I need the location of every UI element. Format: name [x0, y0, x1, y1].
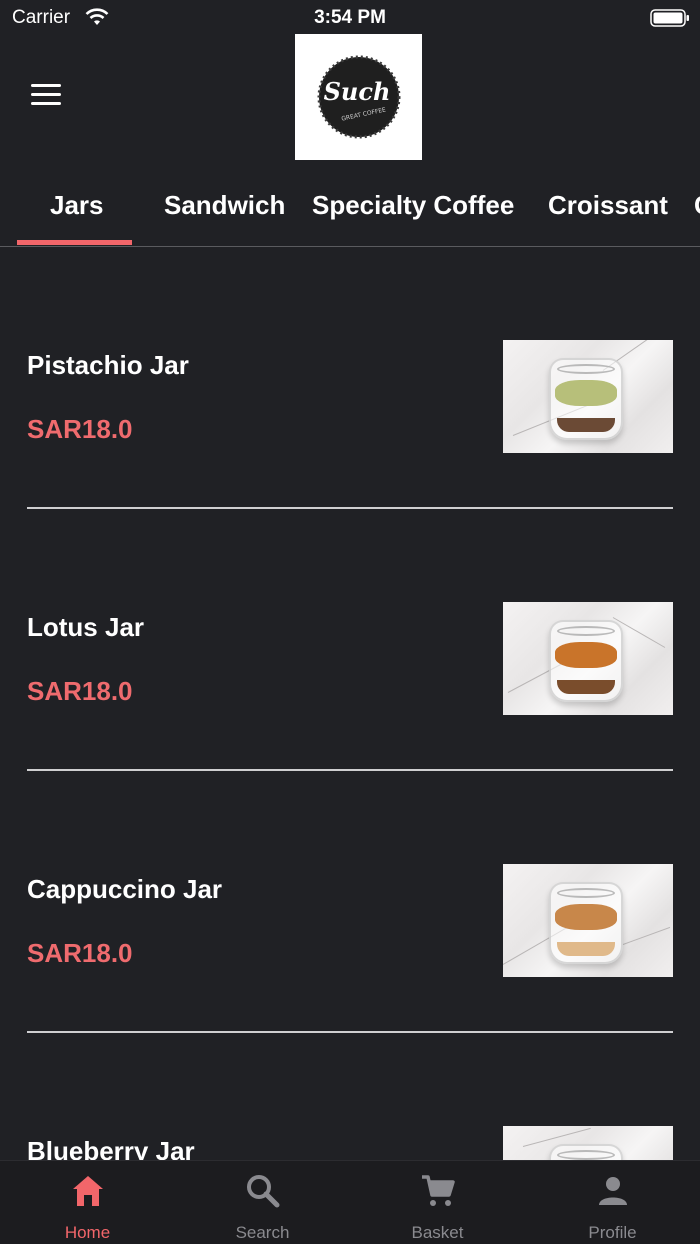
blueberry-jar-photo — [503, 1126, 673, 1160]
such-coffee-logo: Such GREAT COFFEE — [317, 55, 400, 139]
product-price: SAR18.0 — [27, 938, 133, 968]
tabbar-label: Profile — [588, 1223, 637, 1242]
product-item-lotus[interactable]: Lotus Jar SAR18.0 — [27, 509, 673, 771]
person-icon — [599, 1177, 627, 1205]
tab-croissant[interactable]: Croissant — [548, 190, 668, 221]
product-price: SAR18.0 — [27, 414, 133, 444]
product-name: Cappuccino Jar — [27, 874, 223, 904]
clock: 3:54 PM — [314, 7, 386, 28]
tabbar-basket[interactable]: Basket — [350, 1161, 525, 1244]
home-icon — [73, 1176, 103, 1206]
product-item-blueberry[interactable]: Blueberry Jar — [27, 1033, 673, 1160]
tabbar-profile[interactable]: Profile — [525, 1161, 700, 1244]
product-name: Lotus Jar — [27, 612, 145, 642]
cappuccino-jar-photo — [503, 864, 673, 977]
tabbar-label: Search — [235, 1223, 290, 1242]
cart-icon — [422, 1175, 455, 1206]
status-bar: Carrier 3:54 PM — [0, 0, 700, 34]
svg-text:Such: Such — [323, 77, 390, 106]
product-price: SAR18.0 — [27, 676, 133, 706]
tab-overflow[interactable]: C — [694, 190, 700, 221]
tabbar-label: Basket — [411, 1223, 464, 1242]
tabbar-home[interactable]: Home — [0, 1161, 175, 1244]
tab-specialty-coffee[interactable]: Specialty Coffee — [312, 190, 514, 221]
menu-button[interactable] — [31, 84, 63, 110]
brand-logo: Such GREAT COFFEE — [295, 34, 422, 160]
product-list: Pistachio Jar SAR18.0 Lotus Jar SAR18.0 — [0, 247, 700, 1160]
tabbar-label: Home — [64, 1223, 111, 1242]
app-header: Such GREAT COFFEE — [0, 34, 700, 164]
pistachio-jar-photo — [503, 340, 673, 453]
tabbar-search[interactable]: Search — [175, 1161, 350, 1244]
battery-icon — [650, 9, 690, 27]
product-name: Pistachio Jar — [27, 350, 189, 380]
product-item-cappuccino[interactable]: Cappuccino Jar SAR18.0 — [27, 771, 673, 1033]
lotus-jar-photo — [503, 602, 673, 715]
hamburger-icon — [31, 84, 61, 87]
bottom-tab-bar: Home Search Basket Profile — [0, 1160, 700, 1244]
category-tabs: Jars Sandwich Specialty Coffee Croissant… — [0, 164, 700, 247]
product-item-pistachio[interactable]: Pistachio Jar SAR18.0 — [27, 247, 673, 509]
product-name: Blueberry Jar — [27, 1136, 195, 1160]
tab-jars[interactable]: Jars — [50, 190, 104, 221]
search-icon — [247, 1175, 280, 1208]
tab-sandwich[interactable]: Sandwich — [164, 190, 285, 221]
active-tab-indicator — [17, 240, 132, 245]
